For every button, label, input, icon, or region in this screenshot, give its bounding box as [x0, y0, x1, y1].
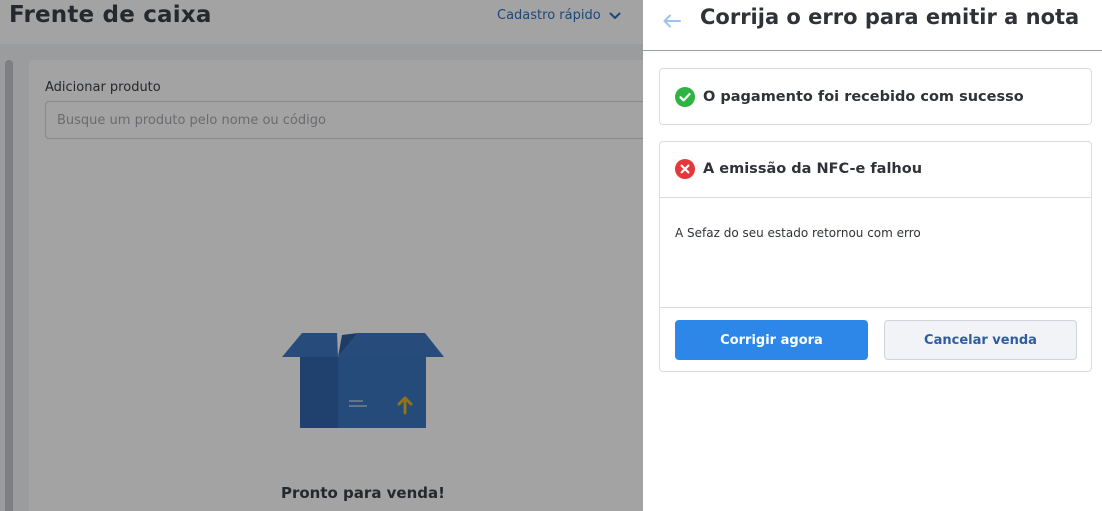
nfce-error-title: A emissão da NFC-e falhou: [703, 161, 923, 177]
divider: [660, 307, 1091, 308]
payment-status-row: O pagamento foi recebido com sucesso: [675, 87, 1024, 107]
nfce-error-card: A emissão da NFC-e falhou A Sefaz do seu…: [659, 141, 1092, 372]
fix-now-button[interactable]: Corrigir agora: [675, 320, 868, 360]
back-button[interactable]: [660, 9, 684, 33]
payment-success-text: O pagamento foi recebido com sucesso: [703, 89, 1024, 105]
drawer-title: Corrija o erro para emitir a nota: [700, 5, 1080, 29]
error-message: A Sefaz do seu estado retornou com erro: [675, 226, 921, 240]
divider: [660, 197, 1091, 198]
check-circle-icon: [675, 87, 695, 107]
arrow-left-icon: [663, 14, 681, 28]
payment-success-card: O pagamento foi recebido com sucesso: [659, 68, 1092, 125]
cancel-sale-button[interactable]: Cancelar venda: [884, 320, 1077, 360]
error-drawer: Corrija o erro para emitir a nota O paga…: [643, 0, 1102, 511]
nfce-status-row: A emissão da NFC-e falhou: [675, 159, 922, 179]
error-x-circle-icon: [675, 159, 695, 179]
drawer-header: Corrija o erro para emitir a nota: [643, 0, 1102, 51]
